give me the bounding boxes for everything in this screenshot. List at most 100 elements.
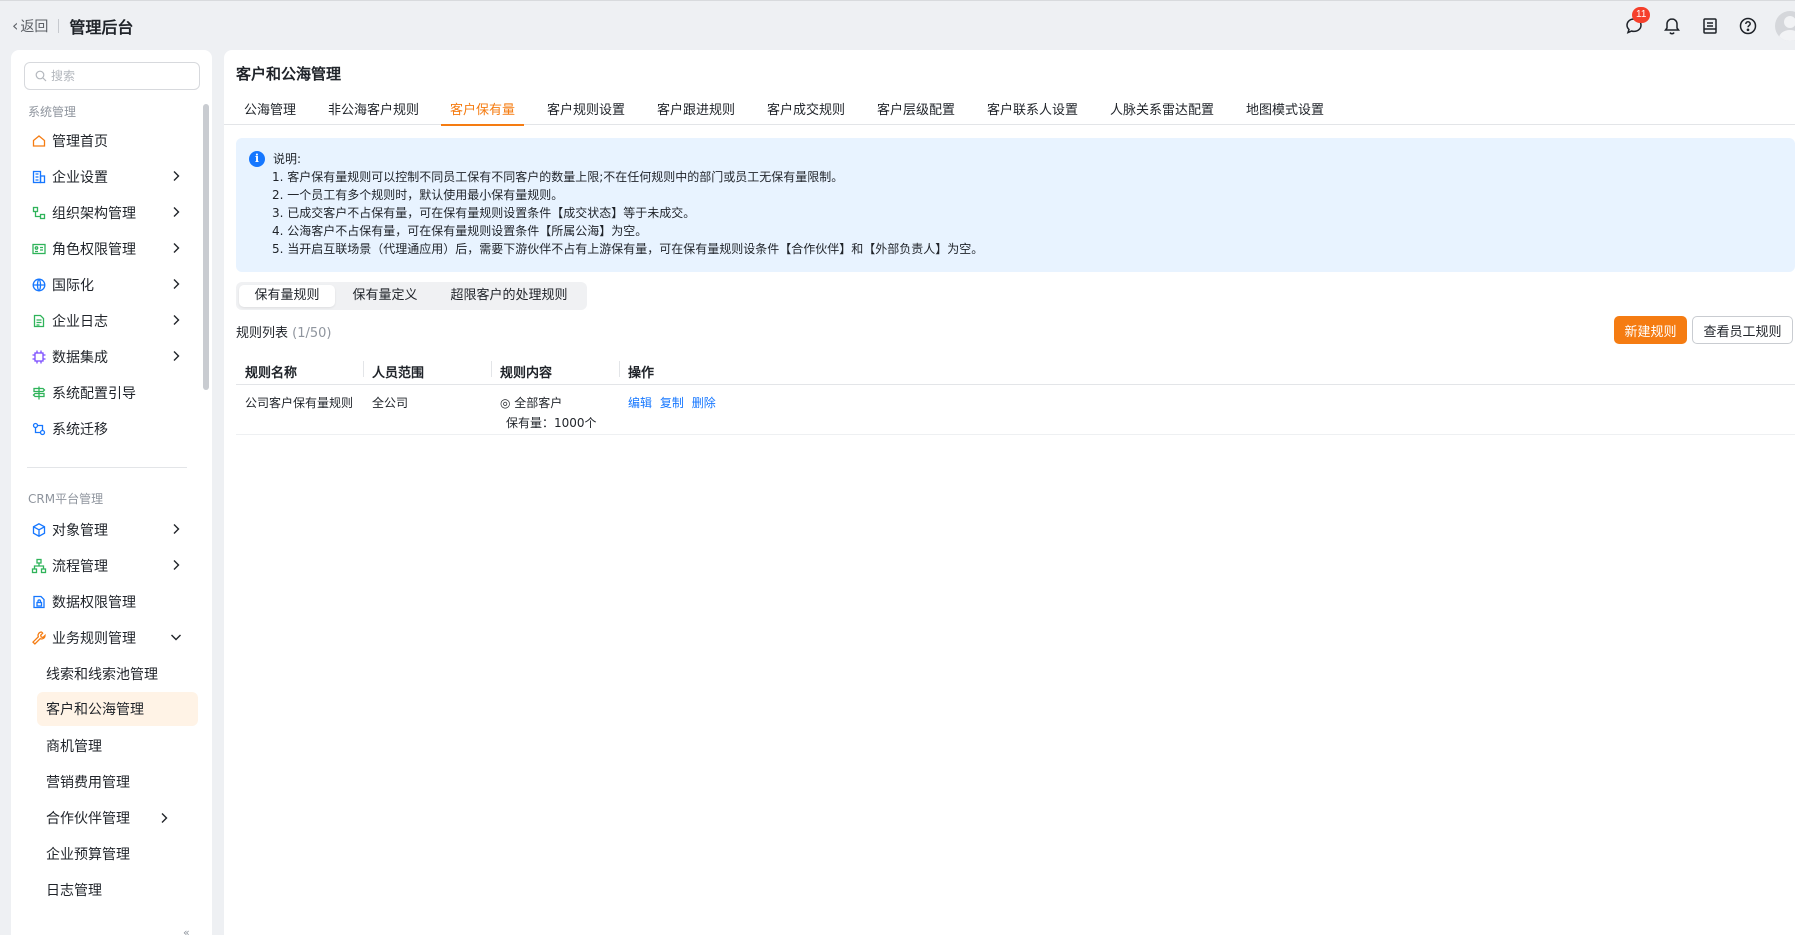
cube-icon <box>31 522 47 538</box>
section-label-crm: CRM平台管理 <box>28 492 104 506</box>
tab-level-config[interactable]: 客户层级配置 <box>877 99 955 125</box>
notice-line: 5. 当开启互联场景（代理通应用）后，需要下游伙伴不占有上游保有量，可在保有量规… <box>272 242 984 256</box>
sidebar-item-roles[interactable]: 角色权限管理 <box>11 231 212 267</box>
segmented-control: 保有量规则 保有量定义 超限客户的处理规则 <box>236 282 587 310</box>
delete-link[interactable]: 删除 <box>692 396 716 410</box>
rule-scope-cell: 全公司 <box>372 396 409 410</box>
sidebar-subitem-customers[interactable]: 客户和公海管理 <box>37 692 198 726</box>
question-circle-icon <box>1739 17 1757 35</box>
sidebar-item-process[interactable]: 流程管理 <box>11 548 212 584</box>
sidebar-item-label: 业务规则管理 <box>52 631 136 647</box>
search-input[interactable] <box>51 69 191 83</box>
segment-quota-definition[interactable]: 保有量定义 <box>337 285 433 307</box>
segment-quota-rules[interactable]: 保有量规则 <box>239 285 335 307</box>
sidebar-item-label: 对象管理 <box>52 523 108 539</box>
sidebar-item-label: 流程管理 <box>52 559 108 575</box>
message-button[interactable]: 11 <box>1623 7 1651 37</box>
sidebar-item-logs[interactable]: 企业日志 <box>11 303 212 339</box>
signpost-icon <box>31 385 47 401</box>
sidebar-item-home[interactable]: 管理首页 <box>11 123 212 159</box>
copy-link[interactable]: 复制 <box>660 396 684 410</box>
chevron-down-icon <box>171 634 181 641</box>
tab-bar: 公海管理 非公海客户规则 客户保有量 客户规则设置 客户跟进规则 客户成交规则 … <box>224 96 1795 126</box>
notification-button[interactable] <box>1661 15 1683 37</box>
chevron-right-icon <box>173 243 180 253</box>
chevron-right-icon <box>173 524 180 534</box>
sidebar-item-label: 系统配置引导 <box>52 386 136 402</box>
wrench-icon <box>31 630 47 646</box>
tab-customer-rule-settings[interactable]: 客户规则设置 <box>547 99 625 125</box>
notice-line: 3. 已成交客户不占保有量，可在保有量规则设置条件【成交状态】等于未成交。 <box>272 206 696 220</box>
sidebar-item-label: 系统迁移 <box>52 422 108 438</box>
segment-overlimit-rules[interactable]: 超限客户的处理规则 <box>435 285 583 307</box>
tab-customer-quota[interactable]: 客户保有量 <box>440 99 525 126</box>
column-header-scope: 人员范围 <box>372 366 425 381</box>
sidebar-item-config-guide[interactable]: 系统配置引导 <box>11 375 212 411</box>
sidebar-subitem-opportunities[interactable]: 商机管理 <box>11 728 212 764</box>
rule-content-condition: ◎ 全部客户 <box>500 396 563 410</box>
notice-line: 1. 客户保有量规则可以控制不同员工保有不同客户的数量上限;不在任何规则中的部门… <box>272 170 844 184</box>
bell-icon <box>1664 18 1680 35</box>
chevron-right-icon <box>173 279 180 289</box>
chip-icon <box>31 349 47 365</box>
tab-deal-rules[interactable]: 客户成交规则 <box>767 99 845 125</box>
column-header-content: 规则内容 <box>500 366 553 381</box>
sidebar-subitem-label: 线索和线索池管理 <box>46 667 158 683</box>
tab-map-mode[interactable]: 地图模式设置 <box>1246 99 1324 125</box>
sidebar-subitem-leads[interactable]: 线索和线索池管理 <box>11 656 212 692</box>
tab-non-public-rules[interactable]: 非公海客户规则 <box>328 99 419 125</box>
main-panel: 客户和公海管理 公海管理 非公海客户规则 客户保有量 客户规则设置 客户跟进规则… <box>224 50 1795 935</box>
sidebar-subitem-log-mgmt[interactable]: 日志管理 <box>11 872 212 908</box>
sidebar-subitem-label: 商机管理 <box>46 739 102 755</box>
column-divider[interactable] <box>363 361 364 377</box>
rule-content-cell: ◎ 全部客户 保有量：1000个 <box>500 394 597 431</box>
sidebar-item-business-rules[interactable]: 业务规则管理 <box>11 620 212 656</box>
sidebar-item-migration[interactable]: 系统迁移 <box>11 411 212 447</box>
tab-follow-up-rules[interactable]: 客户跟进规则 <box>657 99 735 125</box>
search-icon <box>35 70 47 82</box>
column-divider[interactable] <box>619 361 620 377</box>
chevron-right-icon <box>161 813 168 823</box>
sidebar-item-data-integration[interactable]: 数据集成 <box>11 339 212 375</box>
tab-relationship-radar[interactable]: 人脉关系雷达配置 <box>1110 99 1214 125</box>
org-icon <box>31 205 47 221</box>
chevron-right-icon <box>173 351 180 361</box>
collapse-sidebar-button[interactable]: « <box>183 926 190 935</box>
tab-public-pool[interactable]: 公海管理 <box>244 99 296 125</box>
sidebar-item-data-permissions[interactable]: 数据权限管理 <box>11 584 212 620</box>
data-lock-icon <box>31 594 47 610</box>
sidebar-item-org[interactable]: 组织架构管理 <box>11 195 212 231</box>
sidebar-subitem-marketing-costs[interactable]: 营销费用管理 <box>11 764 212 800</box>
sidebar-search[interactable] <box>24 62 200 90</box>
sidebar-item-i18n[interactable]: 国际化 <box>11 267 212 303</box>
top-bar: ‹ 返回 管理后台 11 <box>0 0 1795 50</box>
edit-link[interactable]: 编辑 <box>628 396 652 410</box>
sidebar-scrollbar[interactable] <box>203 104 209 390</box>
sidebar-subitem-label: 日志管理 <box>46 883 102 899</box>
sidebar-item-objects[interactable]: 对象管理 <box>11 512 212 548</box>
sidebar-item-label: 管理首页 <box>52 134 108 150</box>
section-label-system: 系统管理 <box>28 105 77 119</box>
migrate-icon <box>31 421 47 437</box>
chevron-right-icon <box>173 560 180 570</box>
view-staff-rules-button[interactable]: 查看员工规则 <box>1692 316 1793 344</box>
chevron-right-icon <box>173 315 180 325</box>
column-header-name: 规则名称 <box>245 366 298 381</box>
back-button[interactable]: ‹ 返回 <box>12 16 48 36</box>
sidebar-subitem-budget[interactable]: 企业预算管理 <box>11 836 212 872</box>
rule-list-count: (1/50) <box>292 326 332 341</box>
globe-icon <box>31 277 47 293</box>
sidebar-item-label: 国际化 <box>52 278 94 294</box>
app-title: 管理后台 <box>69 17 134 37</box>
column-divider[interactable] <box>491 361 492 377</box>
new-rule-button[interactable]: 新建规则 <box>1614 316 1687 344</box>
sidebar-subitem-partners[interactable]: 合作伙伴管理 <box>11 800 212 836</box>
help-button[interactable] <box>1737 15 1759 37</box>
tasks-button[interactable] <box>1699 15 1721 37</box>
tab-contact-settings[interactable]: 客户联系人设置 <box>987 99 1078 125</box>
user-avatar[interactable] <box>1775 11 1795 41</box>
sidebar-item-enterprise-settings[interactable]: 企业设置 <box>11 159 212 195</box>
rules-table: 规则名称 人员范围 规则内容 操作 公司客户保有量规则 全公司 ◎ 全部客户 保… <box>236 353 1795 435</box>
clipboard-icon <box>1703 18 1717 34</box>
top-actions: 11 <box>1623 1 1795 51</box>
